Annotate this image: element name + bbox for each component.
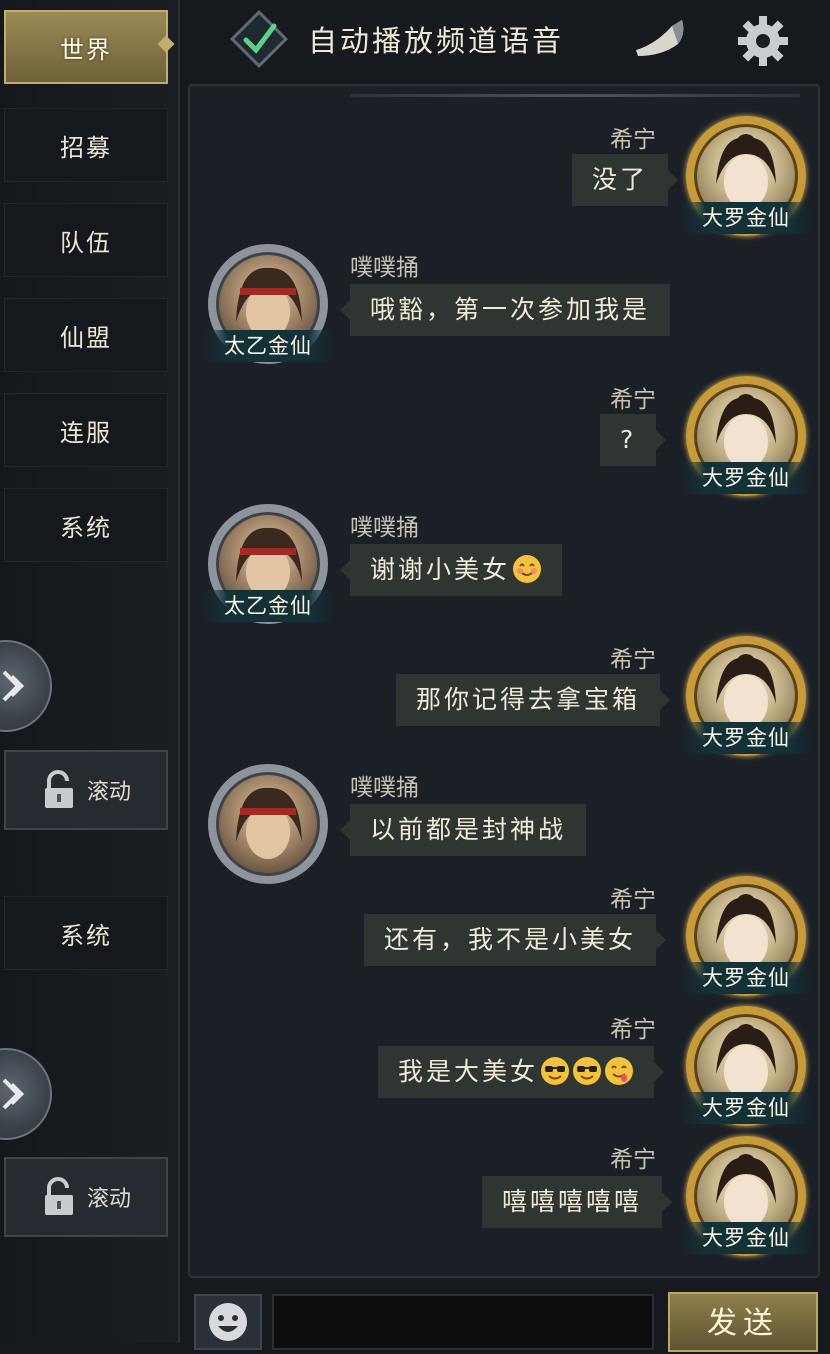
sender-name: 希宁 [610,387,656,413]
expand-button-2[interactable] [0,1048,52,1140]
emoji-picker-button[interactable] [194,1294,262,1350]
message-bubble[interactable]: 以前都是封神战 [339,804,587,856]
scroll-lock-button[interactable]: 滚动 [4,750,168,830]
chat-input[interactable] [272,1294,654,1350]
sender-name: 希宁 [610,887,656,913]
message-text: 谢谢小美女 [370,555,511,584]
rank-title: 大罗金仙 [680,462,812,494]
message-bubble[interactable]: 我是大美女 [378,1046,665,1098]
channel-sidebar: 世界 招募 队伍 仙盟 连服 系统 滚动 系统 滚动 [0,0,180,1343]
yum-emoji-icon [605,1057,634,1085]
message-text: 我是大美女 [398,1057,539,1086]
tab-alliance[interactable]: 仙盟 [4,298,168,372]
rank-title: 太乙金仙 [202,590,334,622]
sender-name: 希宁 [610,1147,656,1173]
double-diamond-icon [2,670,25,702]
send-button[interactable]: 发送 [668,1292,818,1352]
rank-title: 太乙金仙 [202,330,334,362]
message-bubble[interactable]: 哦豁，第一次参加我是 [339,284,671,336]
chat-message-list[interactable]: 希宁 没了 大罗金仙 太乙金仙 噗噗捅 哦豁，第一次参加我是 希宁 ? 大罗金仙… [188,84,820,1278]
smiley-icon [209,1303,247,1341]
rank-title: 大罗金仙 [680,1092,812,1124]
tab-system-secondary[interactable]: 系统 [4,896,168,970]
sender-name: 希宁 [610,127,656,153]
auto-play-checkbox[interactable] [230,10,288,68]
sender-name: 希宁 [610,647,656,673]
sunglasses-emoji-icon [573,1057,602,1085]
sender-name: 噗噗捅 [350,515,419,541]
sender-name: 噗噗捅 [350,255,419,281]
sender-name: 噗噗捅 [350,775,419,801]
gear-icon[interactable] [736,14,790,68]
message-bubble[interactable]: 没了 [572,154,679,206]
double-diamond-icon [2,1078,25,1110]
scroll-lock-button-2[interactable]: 滚动 [4,1157,168,1237]
divider [350,94,800,97]
tab-cross-server[interactable]: 连服 [4,393,168,467]
scroll-label: 滚动 [86,1187,131,1212]
unlock-icon [44,770,73,808]
horn-icon[interactable] [632,14,690,62]
tab-world[interactable]: 世界 [4,10,168,84]
auto-play-label: 自动播放频道语音 [308,24,565,58]
unlock-icon [44,1177,73,1215]
sender-name: 希宁 [610,1017,656,1043]
rank-title: 大罗金仙 [680,1222,812,1254]
chat-header: 自动播放频道语音 [180,0,830,82]
rank-title: 大罗金仙 [680,202,812,234]
tab-system[interactable]: 系统 [4,488,168,562]
message-bubble[interactable]: 谢谢小美女 [339,544,563,596]
blush-emoji-icon [513,555,542,583]
message-bubble[interactable]: 还有，我不是小美女 [364,914,667,966]
message-bubble[interactable]: 那你记得去拿宝箱 [396,674,671,726]
tab-team[interactable]: 队伍 [4,203,168,277]
sunglasses-emoji-icon [541,1057,570,1085]
scroll-label: 滚动 [86,780,131,805]
rank-title: 大罗金仙 [680,962,812,994]
tab-recruit[interactable]: 招募 [4,108,168,182]
expand-button[interactable] [0,640,52,732]
message-bubble[interactable]: ? [600,414,667,466]
message-bubble[interactable]: 嘻嘻嘻嘻嘻 [482,1176,673,1228]
male-avatar[interactable] [208,764,328,884]
rank-title: 大罗金仙 [680,722,812,754]
